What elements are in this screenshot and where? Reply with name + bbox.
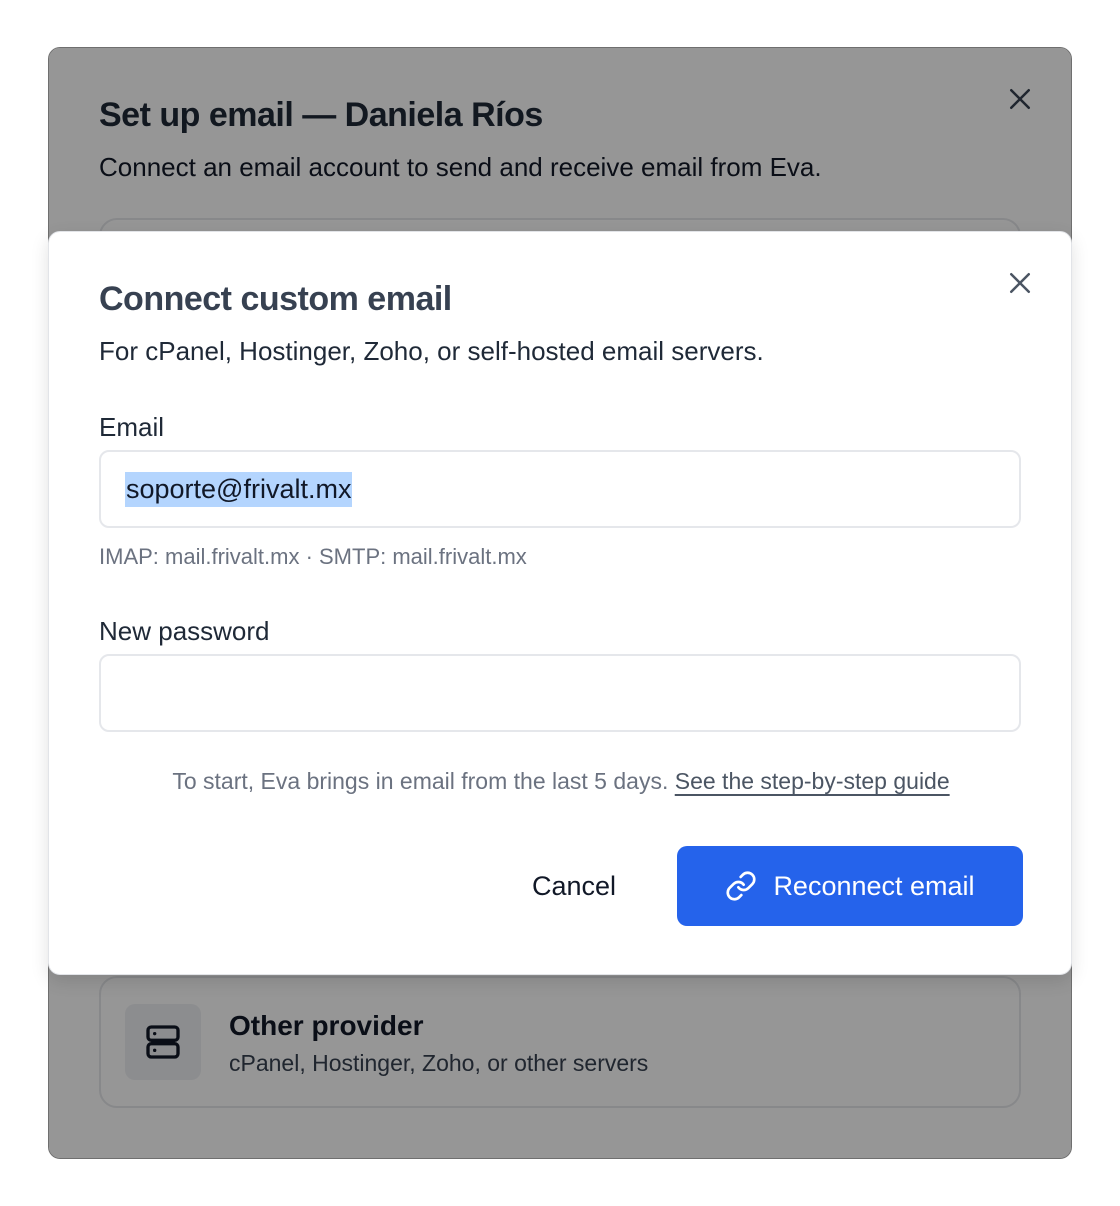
- email-value: soporte@frivalt.mx: [125, 471, 353, 507]
- reconnect-email-button[interactable]: Reconnect email: [677, 846, 1023, 926]
- server-helper-text: IMAP: mail.frivalt.mx · SMTP: mail.friva…: [99, 544, 527, 569]
- import-note: To start, Eva brings in email from the l…: [49, 768, 1073, 795]
- cancel-button[interactable]: Cancel: [511, 846, 637, 926]
- modal-subtitle: For cPanel, Hostinger, Zoho, or self-hos…: [99, 336, 764, 366]
- password-field[interactable]: [99, 654, 1021, 732]
- connect-custom-email-modal: Connect custom email For cPanel, Hosting…: [48, 231, 1072, 975]
- close-icon[interactable]: [1005, 268, 1035, 298]
- link-icon: [726, 871, 756, 901]
- reconnect-email-label: Reconnect email: [773, 870, 975, 901]
- email-field[interactable]: soporte@frivalt.mx: [99, 450, 1021, 528]
- email-label: Email: [99, 412, 165, 442]
- step-by-step-guide-link[interactable]: See the step-by-step guide: [675, 768, 950, 794]
- import-note-text: To start, Eva brings in email from the l…: [172, 768, 669, 794]
- password-label: New password: [99, 616, 270, 646]
- modal-title: Connect custom email: [99, 280, 452, 318]
